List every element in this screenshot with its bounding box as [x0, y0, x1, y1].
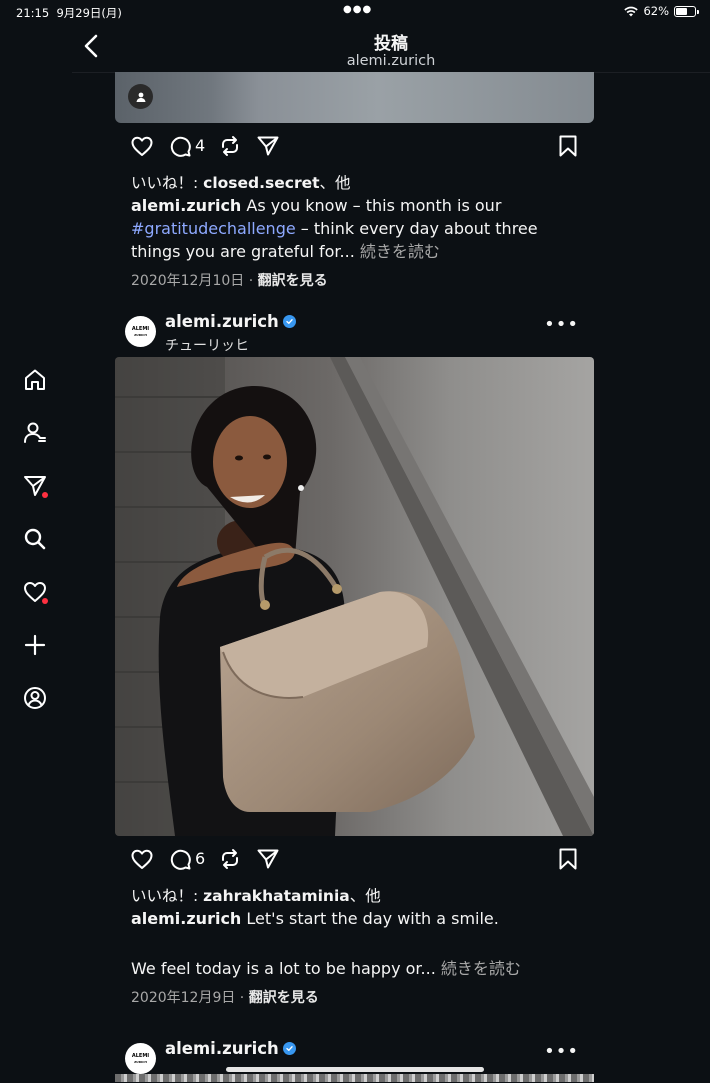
username-text: alemi.zurich: [165, 312, 279, 331]
caption-text: We feel today is a lot to be happy or...: [131, 959, 436, 978]
nav-messages[interactable]: [22, 473, 50, 501]
home-indicator[interactable]: [226, 1067, 484, 1072]
verified-badge-icon: [282, 315, 296, 328]
caption-username[interactable]: alemi.zurich: [131, 909, 241, 928]
search-icon: [24, 528, 46, 550]
post-caption-continued: We feel today is a lot to be happy or...…: [131, 957, 571, 980]
nav-activity[interactable]: [22, 579, 50, 607]
caption-text: Let's start the day with a smile.: [241, 909, 499, 928]
comment-count: 6: [195, 849, 206, 868]
wifi-icon: [624, 6, 639, 16]
avatar[interactable]: ALEMI ZURICH: [125, 316, 156, 347]
people-icon: [24, 422, 46, 443]
battery-percent: 62%: [643, 4, 669, 18]
post-location[interactable]: チューリッヒ: [165, 335, 249, 355]
page-subtitle[interactable]: alemi.zurich: [72, 53, 710, 69]
messages-notification-dot: [42, 492, 48, 498]
liker-username[interactable]: zahrakhataminia: [203, 887, 350, 905]
liker-username[interactable]: closed.secret: [203, 174, 319, 192]
avatar-logo-subtext: ZURICH: [134, 332, 147, 337]
activity-notification-dot: [42, 598, 48, 604]
next-post-image[interactable]: [115, 1074, 594, 1082]
likes-text: いいね！: zahrakhataminia、他: [131, 884, 381, 906]
post-photo[interactable]: [115, 357, 594, 836]
read-more-link[interactable]: 続きを読む: [436, 959, 521, 978]
post-meta: 2020年12月9日 · 翻訳を見る: [131, 987, 319, 1007]
more-options-icon[interactable]: •••: [544, 314, 579, 335]
post-header: ALEMI ZURICH alemi.zurich チューリッヒ •••: [125, 312, 585, 356]
more-options-icon[interactable]: •••: [544, 1041, 579, 1062]
avatar[interactable]: ALEMI ZURICH: [125, 1043, 156, 1074]
repost-icon[interactable]: [218, 134, 242, 158]
post-caption: alemi.zurich As you know – this month is…: [131, 194, 571, 263]
like-heart-icon[interactable]: [130, 134, 154, 158]
likes-prefix: いいね！:: [131, 887, 204, 905]
separator: ·: [235, 990, 249, 1006]
battery-icon: [674, 5, 699, 17]
post-username[interactable]: alemi.zurich: [165, 312, 296, 331]
top-bar: 投稿 alemi.zurich: [72, 24, 710, 73]
post-photo-illustration: [115, 357, 594, 836]
comment-count: 4: [195, 136, 206, 155]
avatar-logo-subtext: ZURICH: [134, 1059, 147, 1064]
post-actions: 4: [130, 134, 580, 160]
post-actions: 6: [130, 847, 580, 873]
post-caption: alemi.zurich Let's start the day with a …: [131, 907, 571, 930]
post-date: 2020年12月9日: [131, 990, 236, 1006]
plus-icon: [24, 634, 46, 656]
verified-badge-icon: [282, 1042, 296, 1055]
status-bar: 21:15 9月29日(月) ●●● 62%: [0, 0, 710, 24]
hashtag-link[interactable]: #gratitudechallenge: [131, 219, 296, 238]
multitasking-dots-icon[interactable]: ●●●: [343, 4, 372, 15]
status-time: 21:15 9月29日(月): [16, 6, 122, 20]
likes-text: いいね！: closed.secret、他: [131, 171, 351, 193]
comment-icon[interactable]: [168, 847, 192, 871]
nav-search[interactable]: [22, 526, 50, 554]
bookmark-icon[interactable]: [556, 134, 580, 158]
post-date: 2020年12月10日: [131, 273, 245, 289]
nav-create[interactable]: [22, 632, 50, 660]
tagged-users-button[interactable]: [128, 84, 153, 109]
likes-suffix[interactable]: 、他: [320, 174, 351, 192]
user-tag-icon: [136, 92, 145, 102]
read-more-link[interactable]: 続きを読む: [355, 242, 440, 261]
repost-icon[interactable]: [218, 847, 242, 871]
comment-icon[interactable]: [168, 134, 192, 158]
status-right: 62%: [624, 4, 699, 18]
post-meta: 2020年12月10日 · 翻訳を見る: [131, 270, 328, 290]
translate-link[interactable]: 翻訳を見る: [249, 990, 319, 1006]
caption-text: As you know – this month is our: [241, 196, 502, 215]
translate-link[interactable]: 翻訳を見る: [258, 273, 328, 289]
share-icon[interactable]: [256, 134, 280, 158]
home-icon: [25, 369, 45, 390]
separator: ·: [244, 273, 258, 289]
profile-icon: [24, 687, 46, 709]
likes-suffix[interactable]: 、他: [350, 887, 381, 905]
post-username[interactable]: alemi.zurich: [165, 1039, 296, 1058]
likes-prefix: いいね！:: [131, 174, 204, 192]
username-text: alemi.zurich: [165, 1039, 279, 1058]
nav-profile[interactable]: [22, 685, 50, 713]
nav-home[interactable]: [22, 367, 50, 395]
nav-people[interactable]: [22, 420, 50, 448]
share-icon[interactable]: [256, 847, 280, 871]
bookmark-icon[interactable]: [556, 847, 580, 871]
caption-username[interactable]: alemi.zurich: [131, 196, 241, 215]
like-heart-icon[interactable]: [130, 847, 154, 871]
page-title: 投稿: [374, 34, 408, 54]
post-image[interactable]: [115, 72, 594, 123]
